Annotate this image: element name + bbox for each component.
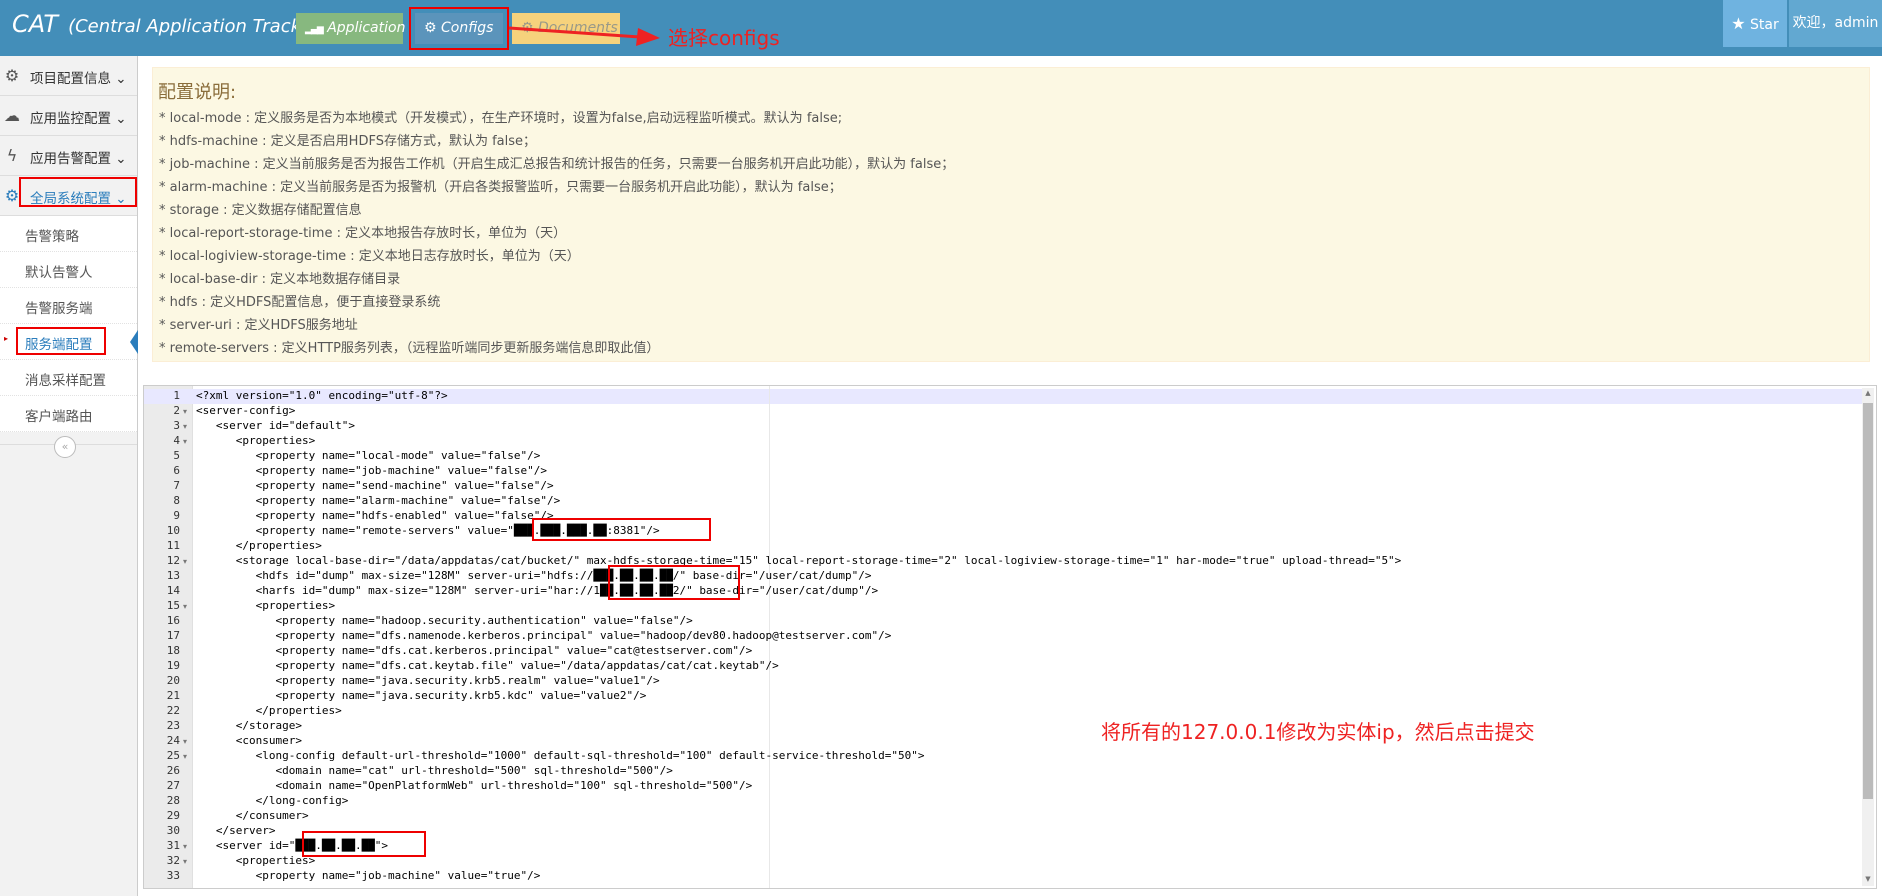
annotation-modify-note: 将所有的127.0.0.1修改为实体ip，然后点击提交 <box>1101 720 1535 744</box>
annotation-arrow <box>508 26 660 46</box>
annotation-select-configs: 选择configs <box>668 26 780 50</box>
